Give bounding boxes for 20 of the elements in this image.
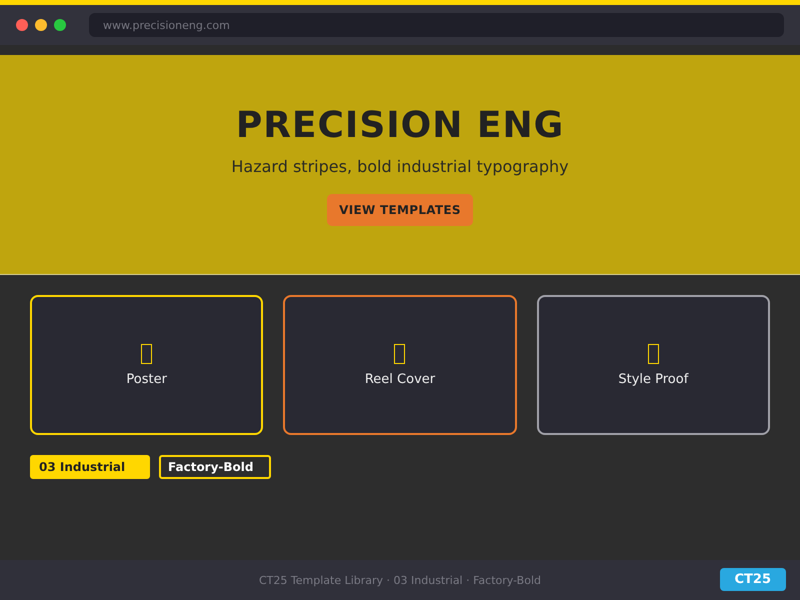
template-card[interactable]: Poster (30, 295, 264, 435)
close-dot[interactable] (16, 19, 28, 31)
template-card[interactable]: Style Proof (536, 295, 770, 435)
minimize-dot[interactable] (35, 19, 47, 31)
footer-text: CT25 Template Library · 03 Industrial · Factory-Bold (259, 574, 541, 586)
address-field[interactable]: www.precisioneng.com (89, 13, 784, 37)
card-label: Poster (126, 372, 167, 386)
hero-subtitle: Hazard stripes, bold industrial typography (231, 157, 569, 176)
footer-badge: CT25 (720, 568, 786, 591)
tag: 03 Industrial (30, 455, 150, 479)
maximize-dot[interactable] (54, 19, 66, 31)
placeholder-glyph-icon (648, 344, 659, 364)
template-card[interactable]: Reel Cover (283, 295, 517, 435)
placeholder-glyph-icon (394, 344, 406, 364)
placeholder-glyph-icon (141, 344, 152, 364)
card-label: Reel Cover (364, 372, 436, 386)
tag: Factory-Bold (159, 455, 271, 479)
hero-title: PRECISION ENG (236, 105, 564, 147)
card-label: Style Proof (618, 372, 688, 386)
view-templates-button[interactable]: VIEW TEMPLATES (327, 194, 473, 226)
